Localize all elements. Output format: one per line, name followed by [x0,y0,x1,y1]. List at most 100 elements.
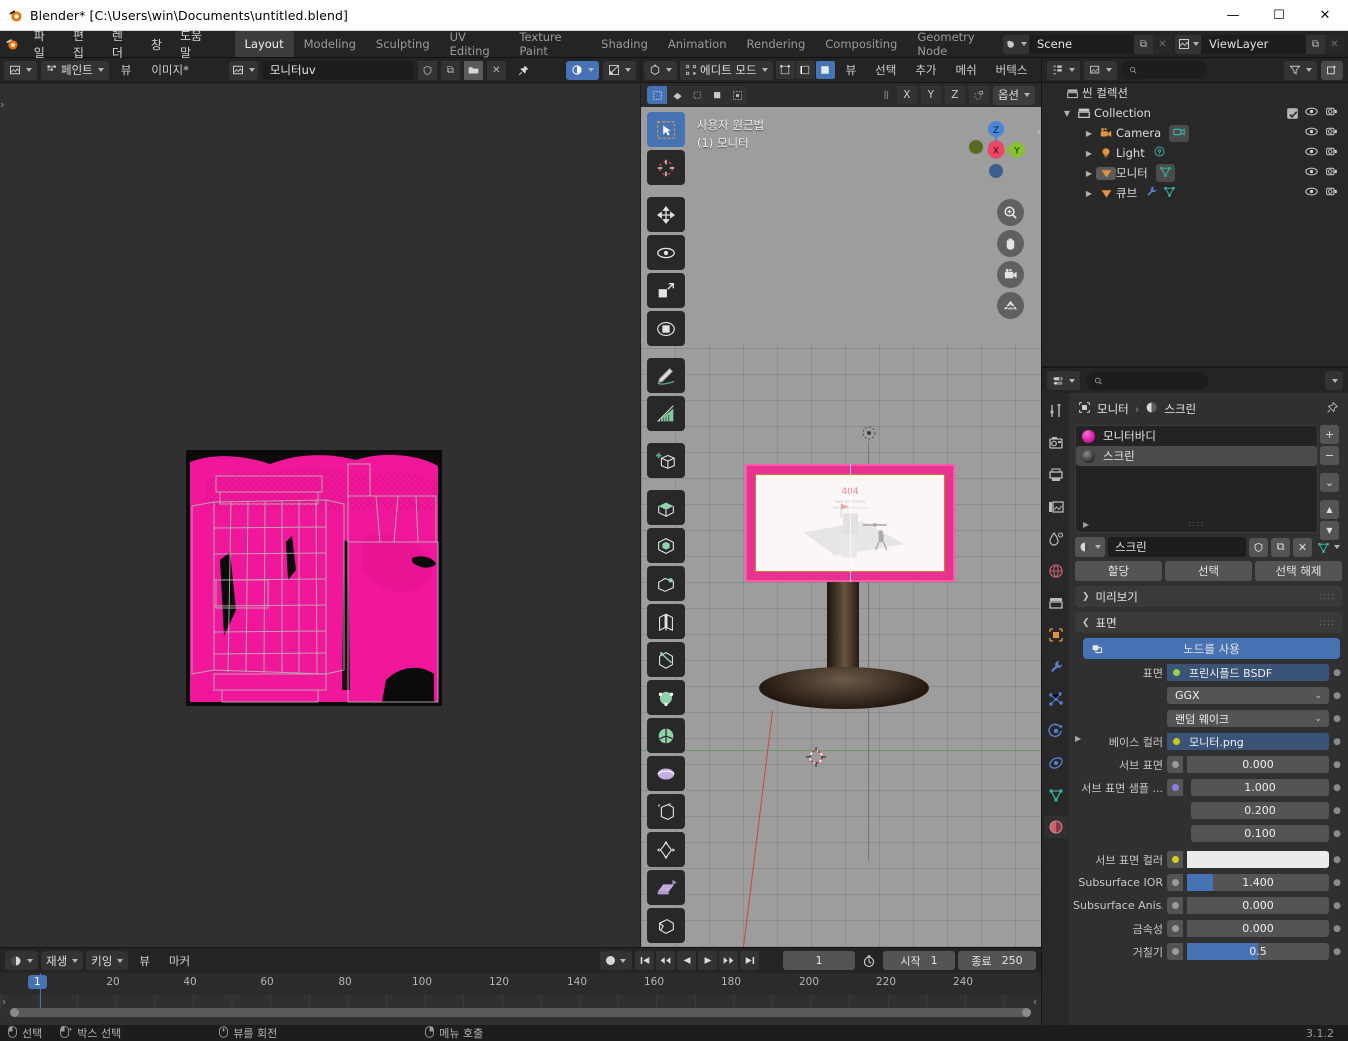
properties-options-chevron[interactable] [1325,371,1343,390]
subsurface-radius-socket[interactable] [1167,779,1183,796]
timeline-playhead[interactable]: 1 [28,973,47,995]
eye-icon[interactable] [1305,186,1318,200]
hand-icon[interactable] [997,230,1024,257]
surface-panel-header[interactable]: ❮ 표면 :::: [1075,612,1342,633]
viewport-menu-select[interactable]: 선택 [867,62,904,78]
properties-tab-material[interactable] [1043,816,1068,838]
tool-rip-region[interactable] [647,908,685,943]
3d-cursor[interactable] [806,747,826,767]
camera-render-icon[interactable] [1325,186,1338,200]
zoom-icon[interactable] [997,199,1024,226]
unlink-x-icon[interactable]: ✕ [486,60,506,80]
roughness-slider[interactable]: 0.5 [1187,943,1329,960]
menu-window[interactable]: 창 [142,31,171,57]
outliner-search-input[interactable] [1121,61,1207,79]
properties-editor-type-selector[interactable] [1047,371,1080,390]
outliner-scene-collection[interactable]: 씬 컬렉션 [1042,83,1348,103]
metallic-slider[interactable]: 0.000 [1187,920,1329,937]
outliner-item-monitor[interactable]: ▶ 모니터 [1042,163,1348,183]
view-axis-gizmo[interactable]: Z Y X [961,115,1027,181]
move-slot-up-button[interactable]: ▲ [1320,500,1339,519]
menu-file[interactable]: 파일 [25,29,64,60]
animate-property-dot[interactable]: ● [1333,668,1341,678]
eye-icon[interactable] [1305,166,1318,180]
subsurface-radius-x-slider[interactable]: 1.000 [1191,779,1329,796]
stopwatch-icon[interactable] [858,951,880,970]
copy-icon[interactable]: ⧉ [440,60,460,80]
subsurface-radius-z-slider[interactable]: 0.100 [1191,825,1329,842]
base-color-image-field[interactable]: 모니터.png [1167,733,1329,750]
end-frame-field[interactable]: 종료 250 [958,951,1036,970]
unlink-material-x-icon[interactable]: ✕ [1293,537,1312,557]
tool-loop-cut[interactable] [647,604,685,639]
new-viewlayer-button[interactable]: ⧉ [1306,34,1325,54]
uv-island-select-button[interactable] [707,86,727,104]
animate-property-dot[interactable]: ● [1333,901,1341,911]
fake-user-icon[interactable] [417,60,437,80]
properties-tab-collection[interactable] [1044,592,1068,614]
timeline-right-toggle[interactable]: ‹ [1033,997,1037,1008]
subsurface-radius-y-slider[interactable]: 0.200 [1191,802,1329,819]
viewport-editor-type-selector[interactable] [644,60,677,80]
minimize-button[interactable]: — [1210,0,1256,31]
subsurface-color-socket[interactable] [1167,851,1183,868]
tool-inset-faces[interactable] [647,528,685,563]
editor-type-selector[interactable] [4,60,37,80]
material-slot-row[interactable]: 모니터바디 [1076,426,1317,446]
workspace-tab-uv-editing[interactable]: UV Editing [440,30,510,58]
panel-grip-icon[interactable]: :::: [1319,592,1335,602]
properties-tab-viewlayer[interactable] [1044,496,1068,518]
menu-help[interactable]: 도움말 [171,29,221,60]
timeline-editor-type-selector[interactable] [5,951,38,970]
uv-edge-select-button[interactable] [667,86,687,104]
expand-triangle-icon[interactable]: ▶ [1082,149,1096,158]
workspace-tab-compositing[interactable]: Compositing [815,31,907,57]
expand-triangle-icon[interactable]: ▶ [1082,129,1096,138]
playback-menu[interactable]: 재생 [41,951,84,970]
auto-keying-toggle[interactable] [600,951,632,970]
properties-search-field[interactable] [1107,374,1200,387]
properties-tab-object[interactable] [1044,624,1068,646]
properties-tab-output[interactable] [1044,464,1068,486]
delete-viewlayer-button[interactable]: ✕ [1325,35,1344,54]
list-expand-triangle-icon[interactable]: ▶ [1083,520,1089,529]
material-name-field[interactable]: 스크린 [1108,537,1246,557]
workspace-tab-shading[interactable]: Shading [591,31,658,57]
axis-y-button[interactable]: Y [920,86,941,104]
viewlayer-selector[interactable]: ViewLayer ⧉ ✕ [1175,34,1344,54]
mesh-data-icon[interactable] [1155,164,1175,182]
uv-menu-image[interactable]: 이미지* [143,62,197,78]
expand-triangle-icon[interactable]: ▼ [1060,109,1074,118]
viewport-menu-add[interactable]: 추가 [907,62,944,78]
outliner-item-cube[interactable]: ▶ 큐브 [1042,183,1348,203]
uv-mode-selector[interactable]: 페인트 [41,60,109,80]
tool-knife[interactable] [647,642,685,677]
menu-edit[interactable]: 편집 [64,29,103,60]
tool-shear[interactable] [647,870,685,905]
new-scene-button[interactable]: ⧉ [1134,34,1153,54]
tool-extrude-region[interactable] [647,490,685,525]
workspace-tab-texture-paint[interactable]: Texture Paint [509,30,591,58]
overlay-toggle-button[interactable] [603,60,636,80]
workspace-tab-animation[interactable]: Animation [658,31,737,57]
tool-poly-build[interactable] [647,680,685,715]
subsurface-anisotropy-socket[interactable] [1167,897,1183,914]
outliner-item-collection[interactable]: ▼ Collection [1042,103,1348,123]
delete-scene-button[interactable]: ✕ [1153,35,1172,54]
properties-search-input[interactable] [1086,371,1208,390]
workspace-tab-layout[interactable]: Layout [234,31,294,57]
expand-triangle-icon[interactable]: ▶ [1082,189,1096,198]
pin-icon[interactable] [515,61,534,80]
properties-tab-constraints[interactable] [1044,752,1068,774]
viewlayer-name[interactable]: ViewLayer [1201,34,1306,54]
interaction-mode-selector[interactable]: 에디트 모드 [680,60,773,80]
tool-edge-slide[interactable] [647,794,685,829]
camera-render-icon[interactable] [1325,126,1338,140]
viewport-canvas[interactable]: 사용자 원근법 (1) 모니터 ‹ 404 PAGE NOT FOUND Pag… [641,107,1041,947]
use-nodes-button[interactable]: 노드를 사용 [1083,638,1340,659]
animate-property-dot[interactable]: ● [1333,737,1341,747]
expand-triangle-icon[interactable]: ▶ [1082,169,1096,178]
animate-property-dot[interactable]: ● [1333,947,1341,957]
animate-property-dot[interactable]: ● [1333,924,1341,934]
expand-triangle-icon[interactable]: ▶ [1075,734,1081,743]
